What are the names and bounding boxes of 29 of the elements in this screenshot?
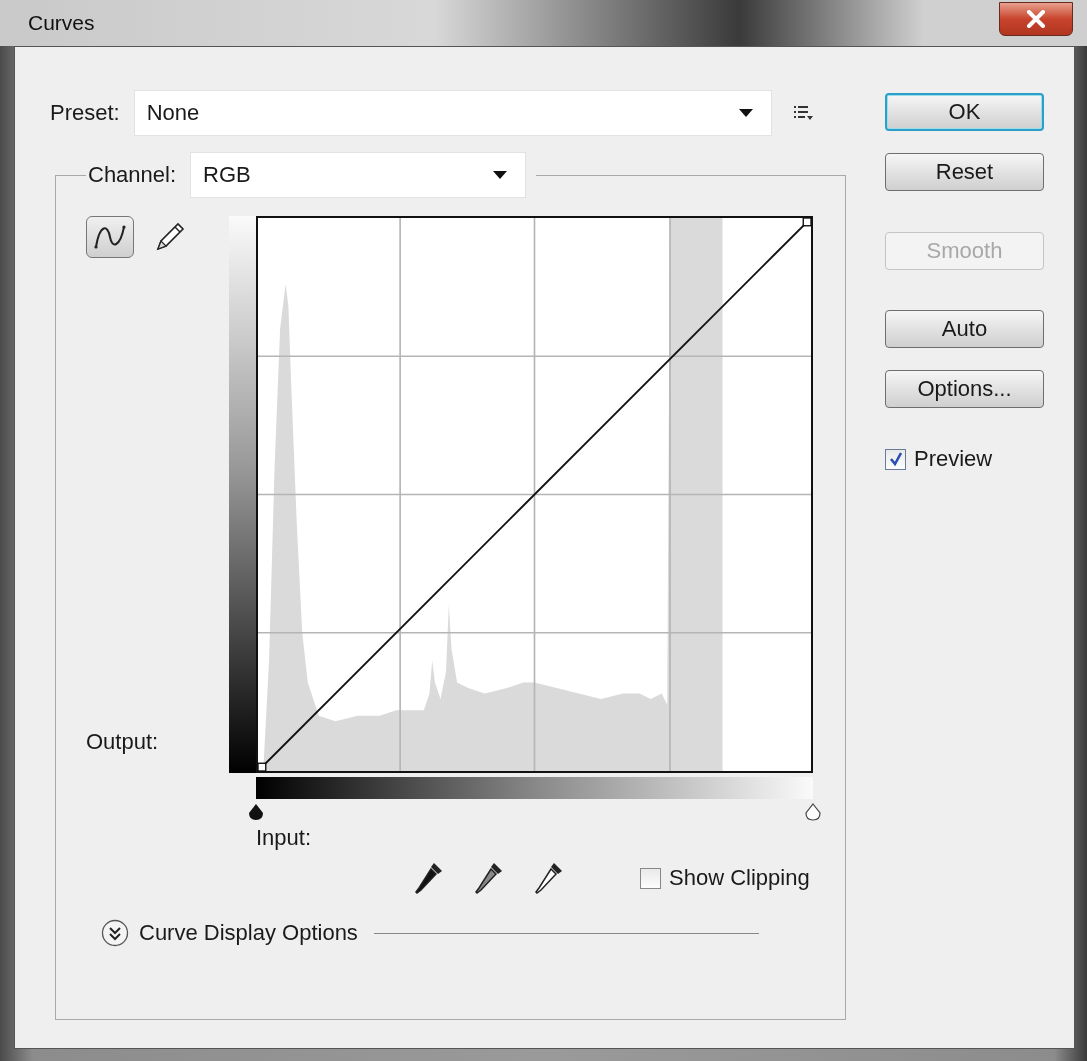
checkbox-square[interactable] — [640, 867, 661, 889]
checkmark-icon — [887, 451, 904, 467]
curve-display-options-label: Curve Display Options — [139, 920, 358, 946]
input-label: Input: — [256, 825, 313, 851]
output-label: Output: — [86, 729, 160, 755]
dialog-button[interactable]: Options... — [885, 370, 1044, 408]
window-title: Curves — [28, 11, 95, 35]
dialog-button[interactable]: OK — [885, 93, 1044, 131]
channel-label: Channel: — [88, 162, 177, 188]
preset-dropdown[interactable]: None — [133, 90, 772, 136]
preview-checkbox[interactable]: Preview — [885, 446, 1045, 472]
close-icon — [1025, 10, 1047, 28]
dialog-button[interactable]: Auto — [885, 310, 1044, 348]
slider-handle-icon[interactable] — [805, 803, 821, 821]
dialog-button[interactable]: Reset — [885, 153, 1044, 191]
caret-icon — [493, 171, 508, 179]
checkbox-square[interactable] — [885, 448, 906, 470]
channel-dropdown[interactable]: RGB — [190, 152, 527, 198]
eyedropper-icon[interactable] — [534, 861, 564, 895]
slider-handle-icon[interactable] — [248, 803, 264, 821]
close-button[interactable] — [999, 2, 1073, 36]
list-menu-icon[interactable] — [793, 105, 814, 121]
show-clipping-checkbox[interactable]: Show Clipping — [640, 865, 810, 891]
curve-tool-button[interactable] — [86, 216, 134, 258]
eyedropper-icon[interactable] — [474, 861, 504, 895]
expand-chevron-icon[interactable] — [101, 919, 129, 947]
eyedropper-icon[interactable] — [414, 861, 444, 895]
caret-icon — [738, 109, 753, 117]
preset-label: Preset: — [50, 100, 120, 126]
